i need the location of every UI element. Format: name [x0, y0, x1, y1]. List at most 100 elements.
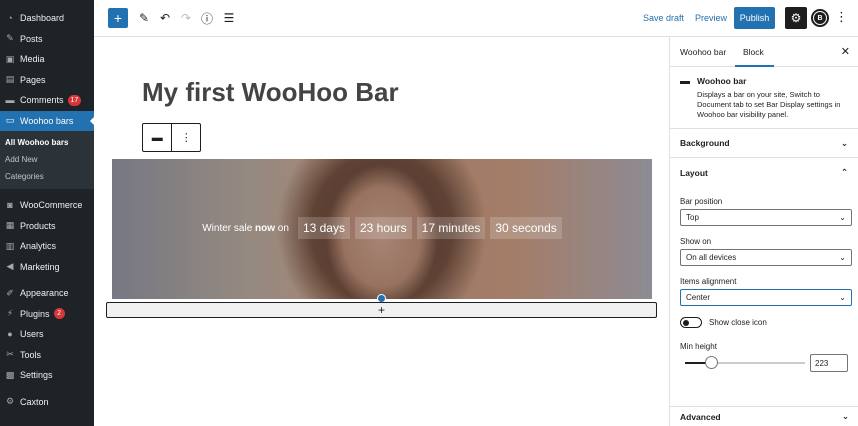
panel-layout[interactable]: Layout ⌃	[670, 158, 858, 187]
publish-button[interactable]: Publish	[734, 7, 775, 29]
sidebar-item-media[interactable]: ▣ Media	[0, 49, 94, 70]
bar-position-select[interactable]: Top ⌄	[680, 209, 852, 226]
editor-toolbar: + ✎ ↶ ↷ ⓘ ☰ Save draft Preview Publish ⚙…	[94, 0, 858, 37]
block-card: ▬ Woohoo bar Displays a bar on your site…	[670, 67, 858, 129]
count-badge: 17	[67, 94, 82, 106]
submenu-add-new[interactable]: Add New	[0, 151, 94, 168]
sidebar-item-label: Plugins	[20, 308, 50, 319]
megaphone-icon: ◀	[6, 261, 14, 272]
show-on-select[interactable]: On all devices ⌄	[680, 249, 852, 266]
min-height-slider[interactable]	[685, 356, 805, 369]
woo-icon: ◙	[7, 200, 13, 211]
panel-background-title: Background	[680, 138, 730, 148]
brush-icon: ✐	[6, 287, 14, 298]
sidebar-item-comments[interactable]: ▬ Comments 17	[0, 90, 94, 111]
sidebar-item-woohoo-bars[interactable]: ▭ Woohoo bars	[0, 110, 95, 131]
save-draft-button[interactable]: Save draft	[643, 13, 684, 23]
block-toolbar: ▬ ⋮	[142, 123, 201, 152]
dashboard-icon: ◔	[7, 13, 13, 24]
plugin-b-button[interactable]: B	[811, 9, 829, 27]
panel-advanced-title: Advanced	[680, 411, 721, 422]
sidebar-tabs: Woohoo bar Block ✕	[670, 37, 858, 67]
panel-background[interactable]: Background ⌄	[670, 129, 858, 158]
chevron-up-icon: ⌃	[840, 167, 848, 177]
sidebar-item-appearance[interactable]: ✐ Appearance	[0, 283, 94, 304]
sidebar-item-label: Tools	[20, 349, 42, 360]
sidebar-item-products[interactable]: ▦ Products	[0, 216, 94, 237]
tab-woohoo-bar[interactable]: Woohoo bar	[680, 47, 726, 57]
redo-icon[interactable]: ↷	[176, 8, 196, 28]
box-icon: ▦	[5, 220, 15, 231]
block-options-icon[interactable]: ⋮	[171, 124, 200, 151]
sidebar-item-label: Products	[20, 220, 56, 231]
sidebar-item-marketing[interactable]: ◀ Marketing	[0, 257, 94, 278]
items-alignment-value: Center	[686, 293, 711, 302]
countdown-hours: 23 hours	[354, 217, 412, 239]
bar-icon: ▭	[5, 115, 15, 126]
post-title[interactable]: My first WooHoo Bar	[142, 77, 399, 108]
chevron-down-icon: ⌄	[840, 137, 848, 148]
chevron-down-icon: ⌄	[839, 213, 846, 222]
gear-icon: ⚙	[5, 396, 15, 407]
sidebar-item-label: Analytics	[20, 241, 57, 252]
bar-position-label: Bar position	[680, 197, 723, 206]
settings-gear-button[interactable]: ⚙	[785, 7, 807, 29]
block-appender-button[interactable]: +	[106, 302, 657, 318]
chevron-down-icon: ⌄	[841, 411, 849, 421]
sidebar-item-label: Dashboard	[20, 13, 65, 24]
items-alignment-select[interactable]: Center ⌄	[680, 289, 852, 306]
items-alignment-label: Items alignment	[680, 277, 737, 286]
submenu-categories[interactable]: Categories	[0, 168, 94, 185]
countdown-minutes: 17 minutes	[416, 217, 486, 239]
editor-canvas: My first WooHoo Bar ▬ ⋮ Winter sale now …	[94, 37, 669, 426]
sidebar-item-label: WooCommerce	[20, 200, 83, 211]
sidebar-item-settings[interactable]: ▩ Settings	[0, 365, 94, 386]
panel-advanced[interactable]: Advanced ⌄	[670, 406, 858, 426]
sidebar-item-pages[interactable]: ▤ Pages	[0, 70, 94, 91]
sidebar-item-plugins[interactable]: ⚡ Plugins 2	[0, 304, 94, 325]
slider-thumb[interactable]	[705, 356, 719, 369]
min-height-input[interactable]: 223	[810, 354, 848, 372]
settings-sidebar: Woohoo bar Block ✕ ▬ Woohoo bar Displays…	[669, 37, 858, 426]
sidebar-item-label: Settings	[20, 370, 53, 381]
preview-button[interactable]: Preview	[695, 13, 727, 23]
info-icon[interactable]: ⓘ	[197, 8, 217, 28]
admin-sidebar: ◔ Dashboard ✎ Posts ▣ Media ▤ Pages ▬ Comments 17 ▭…	[0, 0, 95, 426]
woohoo-bar-block[interactable]: Winter sale now on 13 days 23 hours 17 m…	[112, 159, 652, 299]
pin-icon: ✎	[6, 33, 14, 44]
user-icon: ●	[7, 329, 13, 340]
sidebar-item-label: Pages	[20, 74, 46, 85]
plugin-letter: B	[814, 12, 826, 24]
sidebar-item-label: Users	[20, 329, 44, 340]
settings-icon: ▩	[5, 369, 15, 380]
sidebar-item-posts[interactable]: ✎ Posts	[0, 29, 94, 50]
media-icon: ▣	[5, 53, 15, 64]
sidebar-item-label: Woohoo bars	[20, 115, 74, 126]
count-badge: 2	[53, 308, 65, 320]
sidebar-item-dashboard[interactable]: ◔ Dashboard	[0, 8, 94, 29]
sidebar-item-tools[interactable]: ✂ Tools	[0, 345, 94, 366]
countdown-bar: Winter sale now on 13 days 23 hours 17 m…	[112, 217, 652, 239]
sidebar-item-caxton[interactable]: ⚙ Caxton	[0, 392, 94, 413]
pencil-icon[interactable]: ✎	[134, 8, 154, 28]
show-close-icon-toggle[interactable]	[680, 317, 702, 328]
close-icon[interactable]: ✕	[841, 45, 850, 58]
sidebar-item-users[interactable]: ● Users	[0, 324, 94, 345]
undo-icon[interactable]: ↶	[155, 8, 175, 28]
sidebar-item-label: Comments	[20, 95, 64, 106]
wrench-icon: ✂	[6, 349, 14, 360]
bar-block-icon: ▬	[680, 76, 690, 87]
countdown-days: 13 days	[297, 217, 350, 239]
submenu-all-woohoo-bars[interactable]: All Woohoo bars	[0, 134, 94, 151]
countdown-lead: Winter sale now on	[202, 222, 289, 234]
show-on-value: On all devices	[686, 253, 737, 262]
sidebar-item-label: Appearance	[20, 288, 69, 299]
sidebar-item-analytics[interactable]: ▥ Analytics	[0, 236, 94, 257]
min-height-label: Min height	[680, 342, 717, 351]
more-options-icon[interactable]: ⋮	[835, 9, 848, 25]
add-block-button[interactable]: +	[108, 8, 128, 28]
sidebar-item-woocommerce[interactable]: ◙ WooCommerce	[0, 195, 94, 216]
block-type-icon[interactable]: ▬	[143, 124, 171, 151]
list-view-icon[interactable]: ☰	[219, 8, 239, 28]
tab-block[interactable]: Block	[735, 47, 774, 67]
